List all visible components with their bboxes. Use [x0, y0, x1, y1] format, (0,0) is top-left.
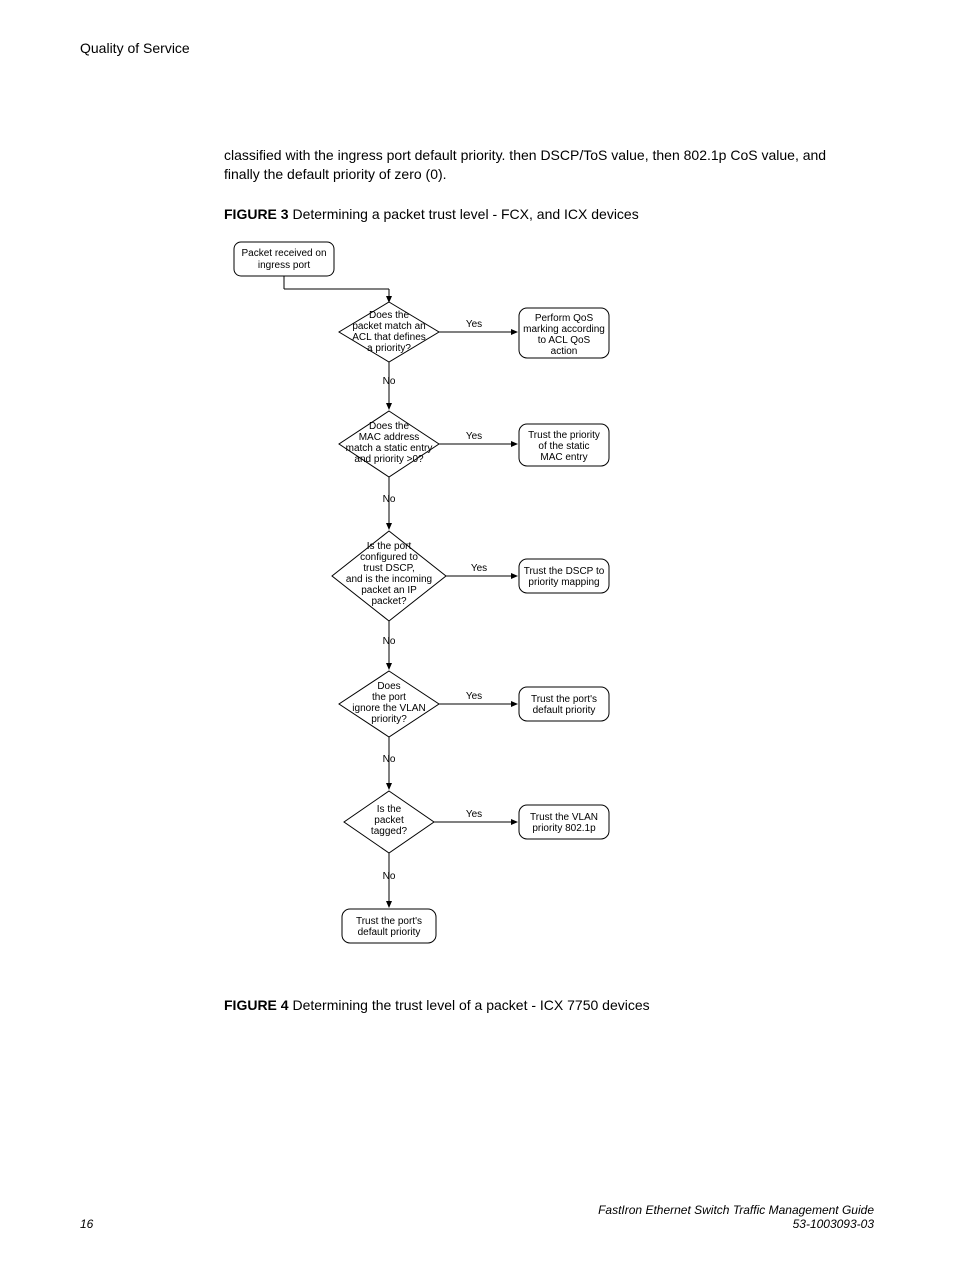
a2-t3: MAC entry [540, 452, 587, 463]
a2-t2: of the static [538, 441, 589, 452]
d5-t2: packet [374, 815, 404, 826]
a3-t2: priority mapping [528, 577, 599, 588]
a5-t2: priority 802.1p [532, 823, 596, 834]
page-footer: 16 FastIron Ethernet Switch Traffic Mana… [80, 1203, 874, 1231]
d3-no: No [383, 636, 396, 647]
flowchart-svg: Packet received on ingress port Does the… [224, 234, 624, 979]
a4-t1: Trust the port's [531, 694, 597, 705]
flowchart-figure3: Packet received on ingress port Does the… [224, 234, 844, 979]
a2-t1: Trust the priority [528, 430, 600, 441]
page-container: Quality of Service classified with the i… [0, 0, 954, 1261]
d4-no: No [383, 754, 396, 765]
header-title: Quality of Service [80, 40, 190, 56]
d3-t1: Is the port [367, 541, 412, 552]
figure3-label: FIGURE 3 [224, 206, 289, 222]
figure3-text: Determining a packet trust level - FCX, … [289, 206, 639, 222]
d1-t4: a priority? [367, 343, 411, 354]
d1-t1: Does the [369, 310, 409, 321]
end-t2: default priority [358, 927, 421, 938]
d5-t1: Is the [377, 804, 402, 815]
d3-t4: and is the incoming [346, 574, 432, 585]
start-text2: ingress port [258, 260, 310, 271]
d5-t3: tagged? [371, 826, 408, 837]
footer-docnum: 53-1003093-03 [598, 1217, 874, 1231]
d2-t1: Does the [369, 421, 409, 432]
a1-t3: to ACL QoS [538, 335, 591, 346]
d1-no: No [383, 376, 396, 387]
page-number: 16 [80, 1217, 93, 1231]
d3-t2: configured to [360, 552, 418, 563]
footer-title: FastIron Ethernet Switch Traffic Managem… [598, 1203, 874, 1217]
d3-yes: Yes [471, 563, 487, 574]
end-t1: Trust the port's [356, 916, 422, 927]
figure4-caption: FIGURE 4 Determining the trust level of … [224, 997, 844, 1013]
a1-t1: Perform QoS [535, 313, 594, 324]
start-text1: Packet received on [241, 248, 326, 259]
d4-t3: ignore the VLAN [352, 703, 425, 714]
d5-no: No [383, 871, 396, 882]
figure4-label: FIGURE 4 [224, 997, 289, 1013]
page-header: Quality of Service [80, 40, 874, 56]
d3-t6: packet? [371, 596, 406, 607]
d4-yes: Yes [466, 691, 482, 702]
body-paragraph: classified with the ingress port default… [224, 146, 844, 184]
d4-t1: Does [377, 681, 400, 692]
d1-yes: Yes [466, 319, 482, 330]
a1-t4: action [551, 346, 578, 357]
d1-t3: ACL that defines [352, 332, 426, 343]
d1-t2: packet match an [352, 321, 425, 332]
figure4-text: Determining the trust level of a packet … [289, 997, 650, 1013]
d4-t4: priority? [371, 714, 407, 725]
a3-t1: Trust the DSCP to [524, 566, 605, 577]
d4-t2: the port [372, 692, 406, 703]
footer-right: FastIron Ethernet Switch Traffic Managem… [598, 1203, 874, 1231]
a4-t2: default priority [533, 705, 596, 716]
d2-t2: MAC address [359, 432, 420, 443]
a1-t2: marking according [523, 324, 605, 335]
d2-no: No [383, 494, 396, 505]
figure3-caption: FIGURE 3 Determining a packet trust leve… [224, 206, 844, 222]
d3-t5: packet an IP [361, 585, 417, 596]
d2-t3: match a static entry [346, 443, 433, 454]
a5-t1: Trust the VLAN [530, 812, 598, 823]
d2-yes: Yes [466, 431, 482, 442]
content-area: classified with the ingress port default… [224, 146, 844, 1013]
d5-yes: Yes [466, 809, 482, 820]
d3-t3: trust DSCP, [363, 563, 415, 574]
d2-t4: and priority >0? [354, 454, 424, 465]
